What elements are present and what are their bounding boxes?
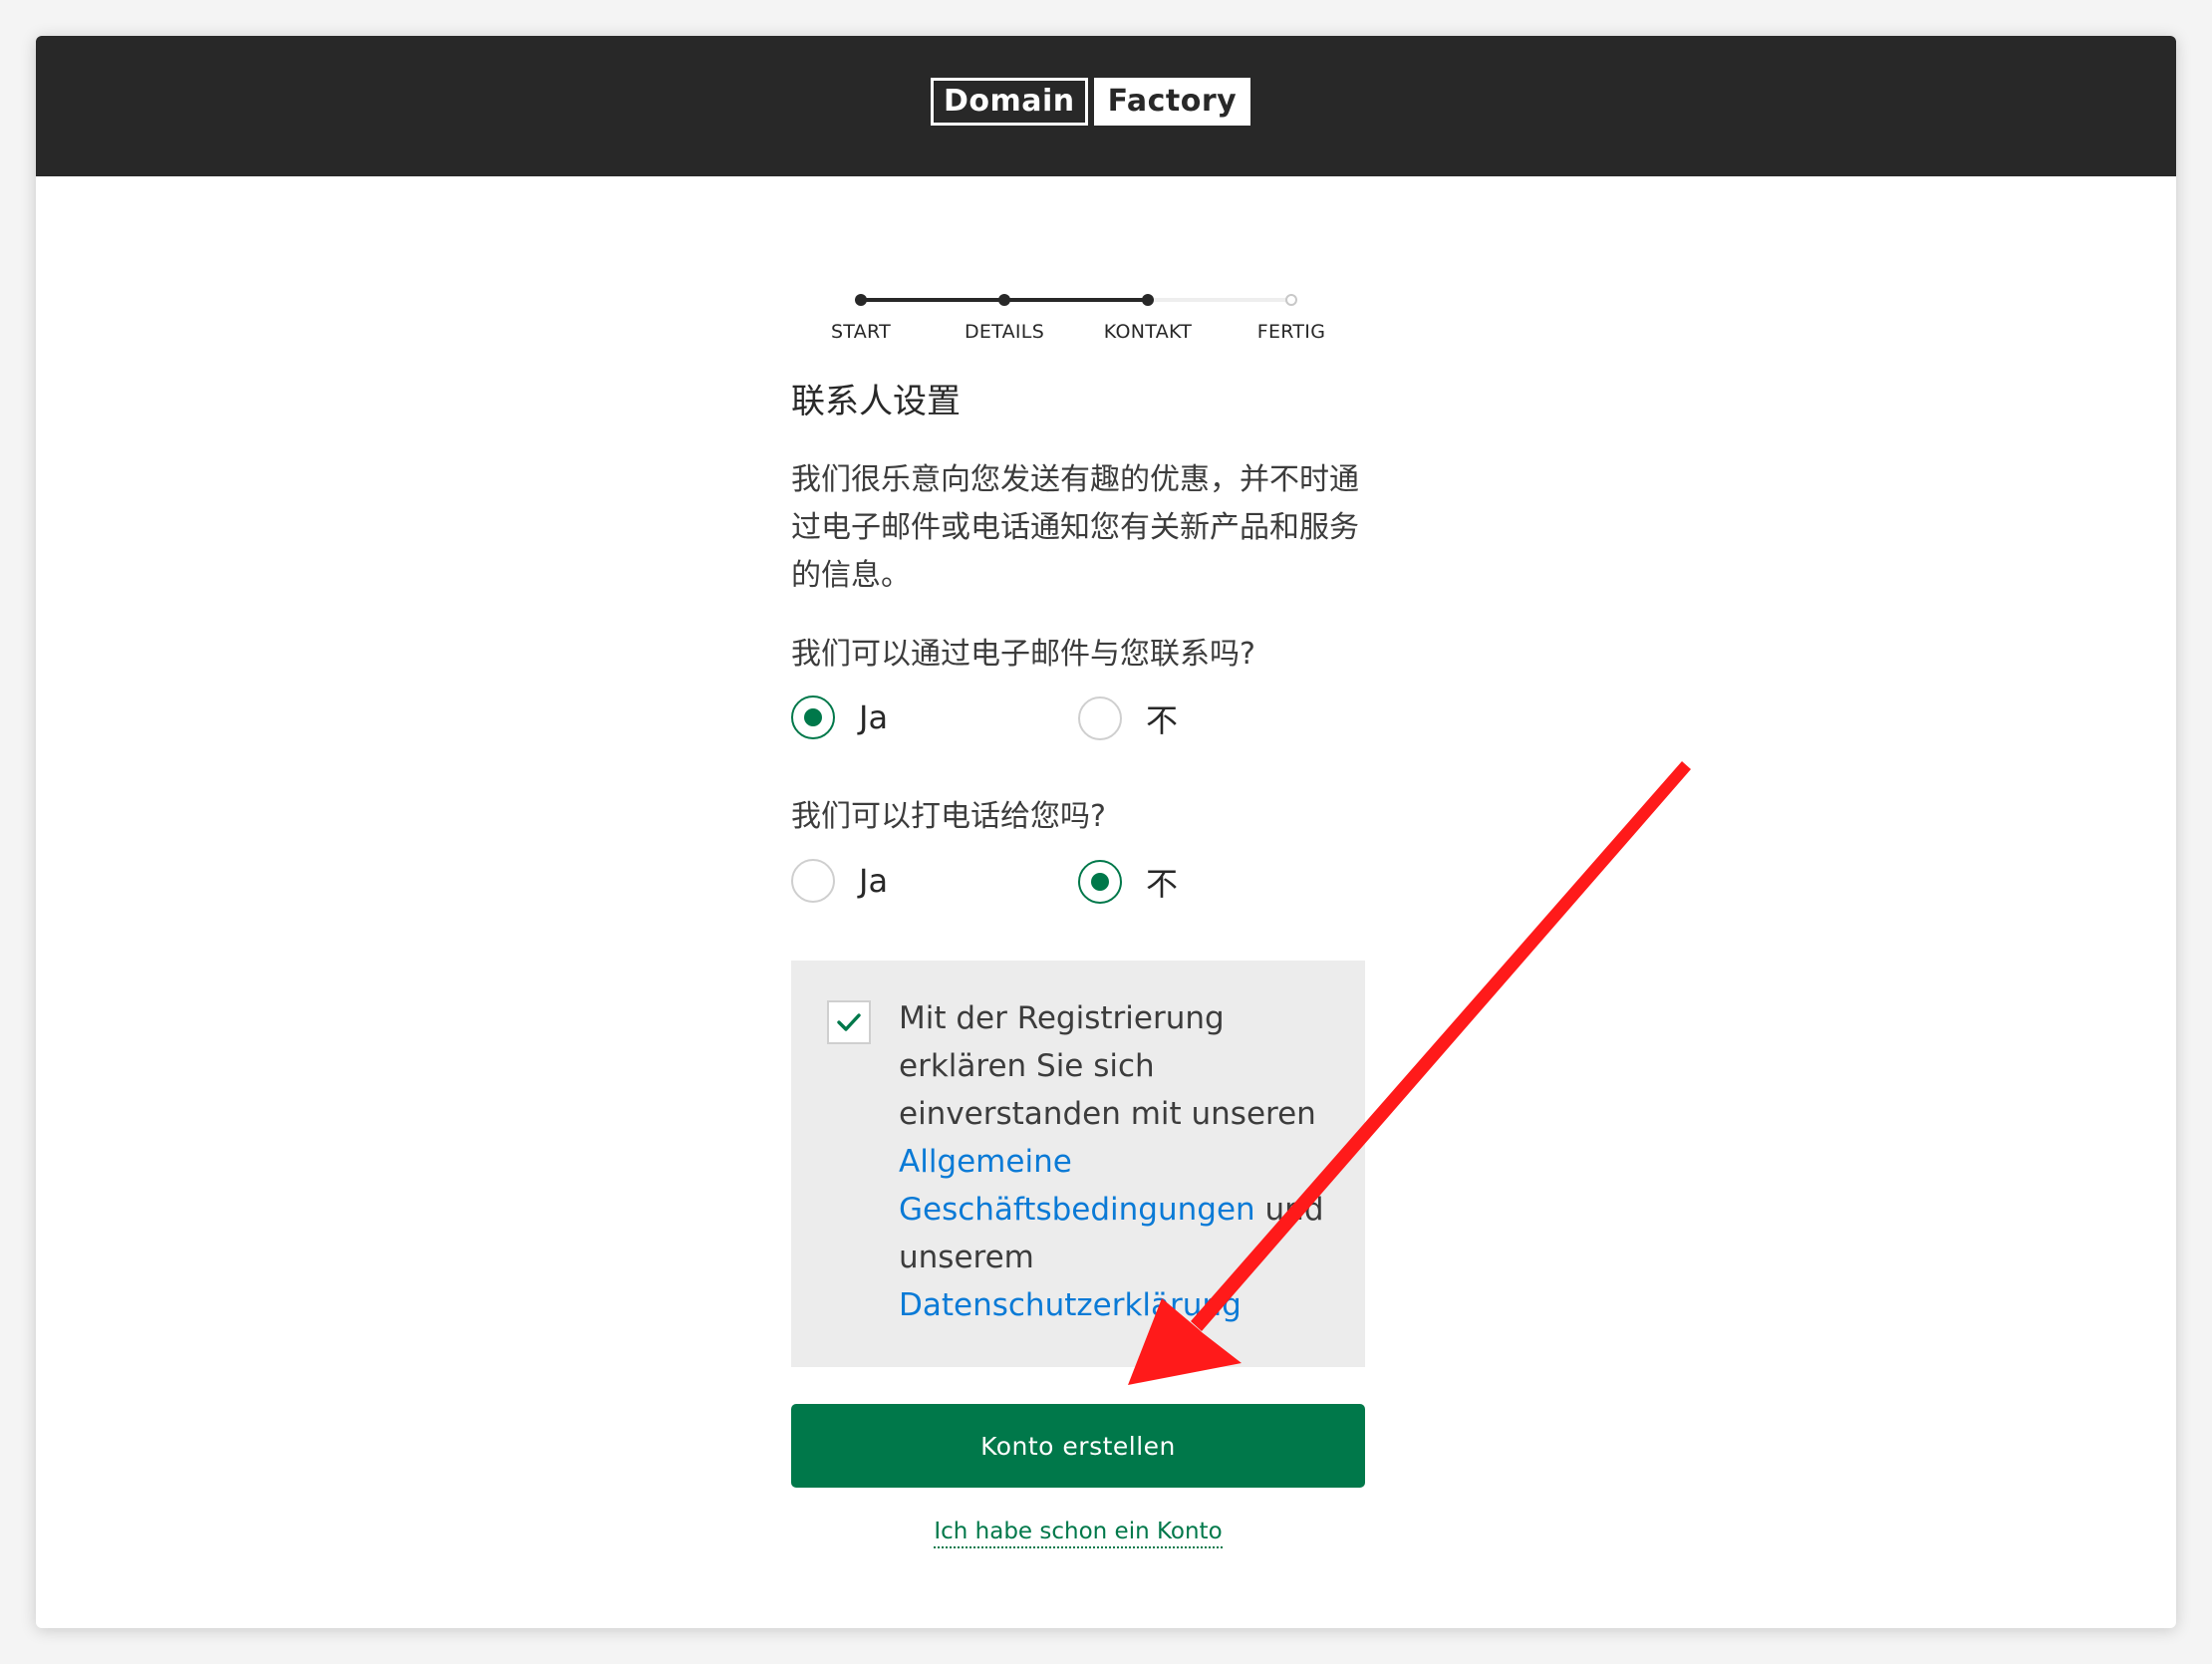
terms-consent-box: Mit der Registrierung erklären Sie sich … [791,961,1365,1367]
email-radio-yes[interactable]: Ja [791,695,888,739]
phone-radio-yes[interactable]: Ja [791,859,888,903]
phone-question-label: 我们可以打电话给您吗? [791,799,1106,834]
terms-link[interactable]: Allgemeine Geschäftsbedingungen [899,1144,1255,1228]
radio-button[interactable] [1078,860,1122,904]
step-connector-1 [861,298,1004,302]
radio-button[interactable] [1078,696,1122,740]
step-label-fertig: FERTIG [1256,321,1326,343]
step-label-details: DETAILS [964,321,1045,343]
step-dot-start [855,294,867,306]
radio-label: Ja [859,698,889,736]
step-connector-3 [1148,298,1291,302]
checkmark-icon [837,1013,861,1031]
logo-text-factory: Factory [1093,78,1251,126]
consent-text: Mit der Registrierung erklären Sie sich … [899,994,1347,1329]
logo-text-domain: Domain [931,78,1088,126]
radio-label: 不 [1146,865,1179,903]
step-label-start: START [830,321,892,343]
radio-label: Ja [859,862,889,900]
progress-stepper: START DETAILS KONTAKT FERTIG [791,259,1349,343]
step-label-kontakt: KONTAKT [1103,321,1193,343]
domainfactory-logo[interactable]: Domain Factory [931,78,1251,126]
radio-button[interactable] [791,859,835,903]
site-header: Domain Factory [36,36,2176,176]
email-question-label: 我们可以通过电子邮件与您联系吗? [791,637,1255,672]
radio-label: 不 [1146,701,1179,739]
page-title: 联系人设置 [791,382,961,421]
step-connector-2 [1004,298,1148,302]
create-account-button[interactable]: Konto erstellen [791,1404,1365,1488]
step-dot-details [998,294,1010,306]
phone-radio-no[interactable]: 不 [1078,859,1178,905]
step-dot-fertig [1285,294,1297,306]
consent-text-before: Mit der Registrierung erklären Sie sich … [899,1000,1316,1132]
terms-checkbox[interactable] [827,1000,871,1044]
radio-button[interactable] [791,695,835,739]
step-dot-kontakt [1142,294,1154,306]
intro-text: 我们很乐意向您发送有趣的优惠，并不时通过电子邮件或电话通知您有关新产品和服务的信… [791,462,1359,593]
login-link-wrapper: Ich habe schon ein Konto [791,1519,1365,1548]
privacy-link[interactable]: Datenschutzerklärung [899,1287,1242,1323]
email-radio-no[interactable]: 不 [1078,695,1178,741]
existing-account-link[interactable]: Ich habe schon ein Konto [934,1519,1223,1548]
